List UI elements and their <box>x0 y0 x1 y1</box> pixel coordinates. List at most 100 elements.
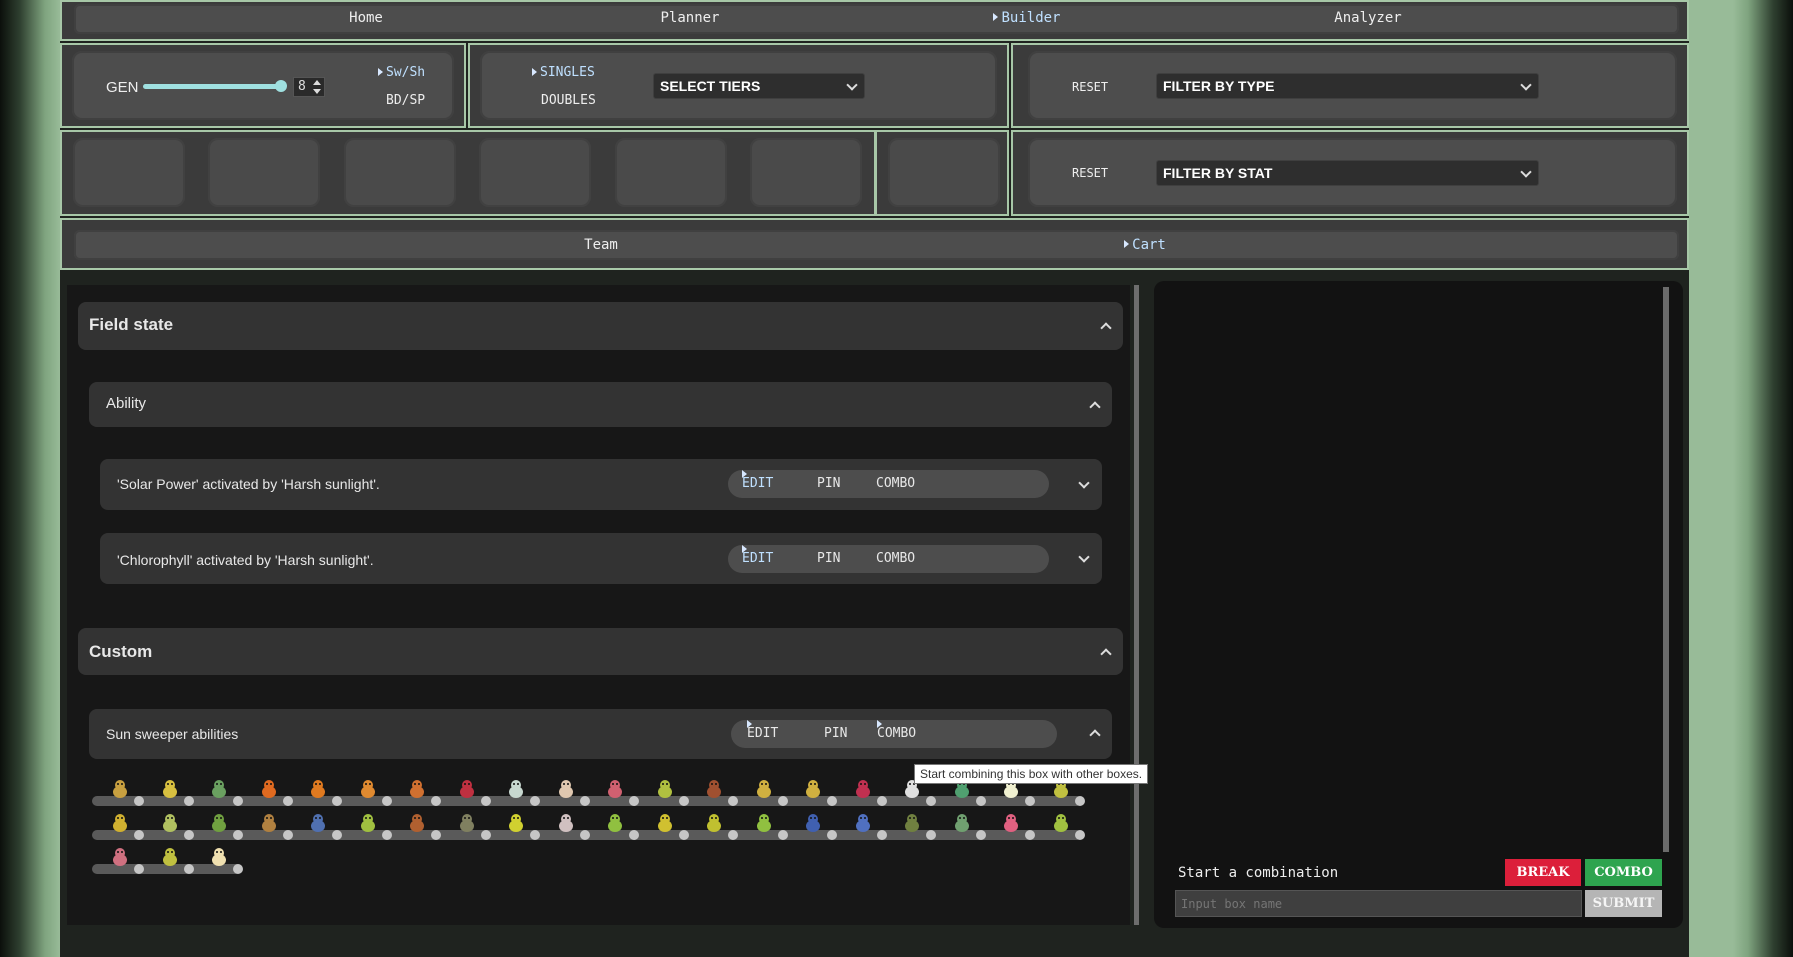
filter-by-type-dropdown[interactable]: FILTER BY TYPE <box>1156 73 1539 99</box>
pokemon-sprite-icon[interactable] <box>457 812 477 834</box>
pokemon-sprite-icon[interactable] <box>358 812 378 834</box>
entry-actions: EDIT PIN COMBO <box>728 545 1049 573</box>
pokemon-sprite-icon[interactable] <box>902 812 922 834</box>
gen-number-input[interactable]: 8 <box>293 77 325 97</box>
nav-link-home[interactable]: Home <box>316 5 416 31</box>
pokemon-sprite-icon[interactable] <box>506 778 526 800</box>
pokemon-sprite-icon[interactable] <box>358 778 378 800</box>
pokemon-sprite-icon[interactable] <box>209 846 229 868</box>
chevron-down-icon[interactable] <box>1078 477 1090 489</box>
filter-by-stat-dropdown[interactable]: FILTER BY STAT <box>1156 160 1539 186</box>
pokemon-sprite-icon[interactable] <box>209 812 229 834</box>
pin-button[interactable]: PIN <box>817 545 840 573</box>
sprite-slot-dot <box>679 830 689 840</box>
combo-submit-button[interactable]: COMBO <box>1585 859 1662 886</box>
extra-slot[interactable] <box>888 138 1000 207</box>
tab-cart[interactable]: Cart <box>1095 232 1195 258</box>
pokemon-sprite-icon[interactable] <box>160 812 180 834</box>
combination-scrollbar[interactable] <box>1663 287 1669 852</box>
gen-slider[interactable] <box>143 80 287 92</box>
team-slot-2[interactable] <box>208 138 320 207</box>
pokemon-sprite-icon[interactable] <box>407 812 427 834</box>
pokemon-sprite-icon[interactable] <box>160 778 180 800</box>
team-slot-1[interactable] <box>73 138 185 207</box>
team-slot-3[interactable] <box>344 138 456 207</box>
pokemon-sprite-icon[interactable] <box>209 778 229 800</box>
break-button[interactable]: BREAK <box>1505 859 1581 886</box>
format-option-doubles[interactable]: DOUBLES <box>541 93 596 108</box>
pokemon-sprite-icon[interactable] <box>853 778 873 800</box>
sprite-slot-dot <box>778 830 788 840</box>
custom-header[interactable]: Custom <box>78 628 1123 675</box>
pokemon-sprite-icon[interactable] <box>110 812 130 834</box>
spinner-up-icon[interactable] <box>313 80 321 85</box>
pin-button[interactable]: PIN <box>817 470 840 498</box>
ability-header[interactable]: Ability <box>89 382 1112 427</box>
active-indicator-icon <box>532 67 537 76</box>
pokemon-sprite-icon[interactable] <box>704 778 724 800</box>
sprite-slot-dot <box>134 830 144 840</box>
pokemon-sprite-icon[interactable] <box>110 778 130 800</box>
combo-button[interactable]: COMBO <box>876 545 915 573</box>
pokemon-sprite-icon[interactable] <box>605 778 625 800</box>
pokemon-sprite-icon[interactable] <box>1051 812 1071 834</box>
sprite-slot-dot <box>481 796 491 806</box>
ability-entry[interactable]: 'Solar Power' activated by 'Harsh sunlig… <box>100 459 1102 510</box>
pokemon-sprite-icon[interactable] <box>259 812 279 834</box>
nav-link-planner[interactable]: Planner <box>640 5 740 31</box>
gen-slider-thumb[interactable] <box>275 80 287 92</box>
custom-box-header[interactable]: Sun sweeper abilities EDIT PIN COMBO <box>89 709 1112 759</box>
pokemon-sprite-icon[interactable] <box>704 812 724 834</box>
field-state-header[interactable]: Field state <box>78 302 1123 350</box>
type-reset-button[interactable]: RESET <box>1072 80 1108 94</box>
box-name-input[interactable] <box>1175 890 1582 917</box>
chevron-up-icon[interactable] <box>1089 729 1101 741</box>
sprite-slot-dot <box>728 830 738 840</box>
stat-reset-button[interactable]: RESET <box>1072 166 1108 180</box>
pokemon-sprite-icon[interactable] <box>803 778 823 800</box>
tab-team[interactable]: Team <box>551 232 651 258</box>
select-tiers-dropdown[interactable]: SELECT TIERS <box>653 73 865 99</box>
pokemon-sprite-icon[interactable] <box>259 778 279 800</box>
pokemon-sprite-icon[interactable] <box>457 778 477 800</box>
pokemon-sprite-icon[interactable] <box>556 778 576 800</box>
pokemon-sprite-icon[interactable] <box>160 846 180 868</box>
nav-pill <box>74 4 1679 34</box>
pokemon-sprite-icon[interactable] <box>1001 812 1021 834</box>
pokemon-sprite-icon[interactable] <box>655 778 675 800</box>
pokemon-sprite-icon[interactable] <box>308 778 328 800</box>
combo-button[interactable]: COMBO <box>876 470 915 498</box>
sprite-slot-dot <box>1075 796 1085 806</box>
sprite-slot-dot <box>1075 830 1085 840</box>
team-slot-6[interactable] <box>750 138 862 207</box>
sprite-slot-dot <box>877 796 887 806</box>
game-option-bdsp[interactable]: BD/SP <box>386 93 425 108</box>
cart-scrollbar[interactable] <box>1134 285 1139 925</box>
game-option-swsh[interactable]: Sw/Sh <box>378 65 425 80</box>
pokemon-sprite-icon[interactable] <box>605 812 625 834</box>
sprite-slot-dot <box>778 796 788 806</box>
pokemon-sprite-icon[interactable] <box>754 778 774 800</box>
pokemon-sprite-icon[interactable] <box>655 812 675 834</box>
pokemon-sprite-icon[interactable] <box>853 812 873 834</box>
pokemon-sprite-icon[interactable] <box>754 812 774 834</box>
chevron-down-icon[interactable] <box>1078 551 1090 563</box>
nav-link-builder[interactable]: Builder <box>977 5 1077 31</box>
spinner-down-icon[interactable] <box>313 89 321 94</box>
gen-label: GEN <box>106 79 139 96</box>
pokemon-sprite-icon[interactable] <box>110 846 130 868</box>
sprite-slot-dot <box>926 830 936 840</box>
pokemon-sprite-icon[interactable] <box>506 812 526 834</box>
nav-link-analyzer[interactable]: Analyzer <box>1318 5 1418 31</box>
pokemon-sprite-icon[interactable] <box>556 812 576 834</box>
pokemon-sprite-icon[interactable] <box>407 778 427 800</box>
team-slot-4[interactable] <box>479 138 591 207</box>
pokemon-sprite-icon[interactable] <box>952 812 972 834</box>
pokemon-sprite-icon[interactable] <box>308 812 328 834</box>
team-slot-5[interactable] <box>615 138 727 207</box>
pokemon-sprite-icon[interactable] <box>803 812 823 834</box>
format-option-singles[interactable]: SINGLES <box>532 65 595 80</box>
pin-button[interactable]: PIN <box>824 720 847 748</box>
ability-entry[interactable]: 'Chlorophyll' activated by 'Harsh sunlig… <box>100 533 1102 584</box>
submit-button[interactable]: SUBMIT <box>1585 890 1662 917</box>
